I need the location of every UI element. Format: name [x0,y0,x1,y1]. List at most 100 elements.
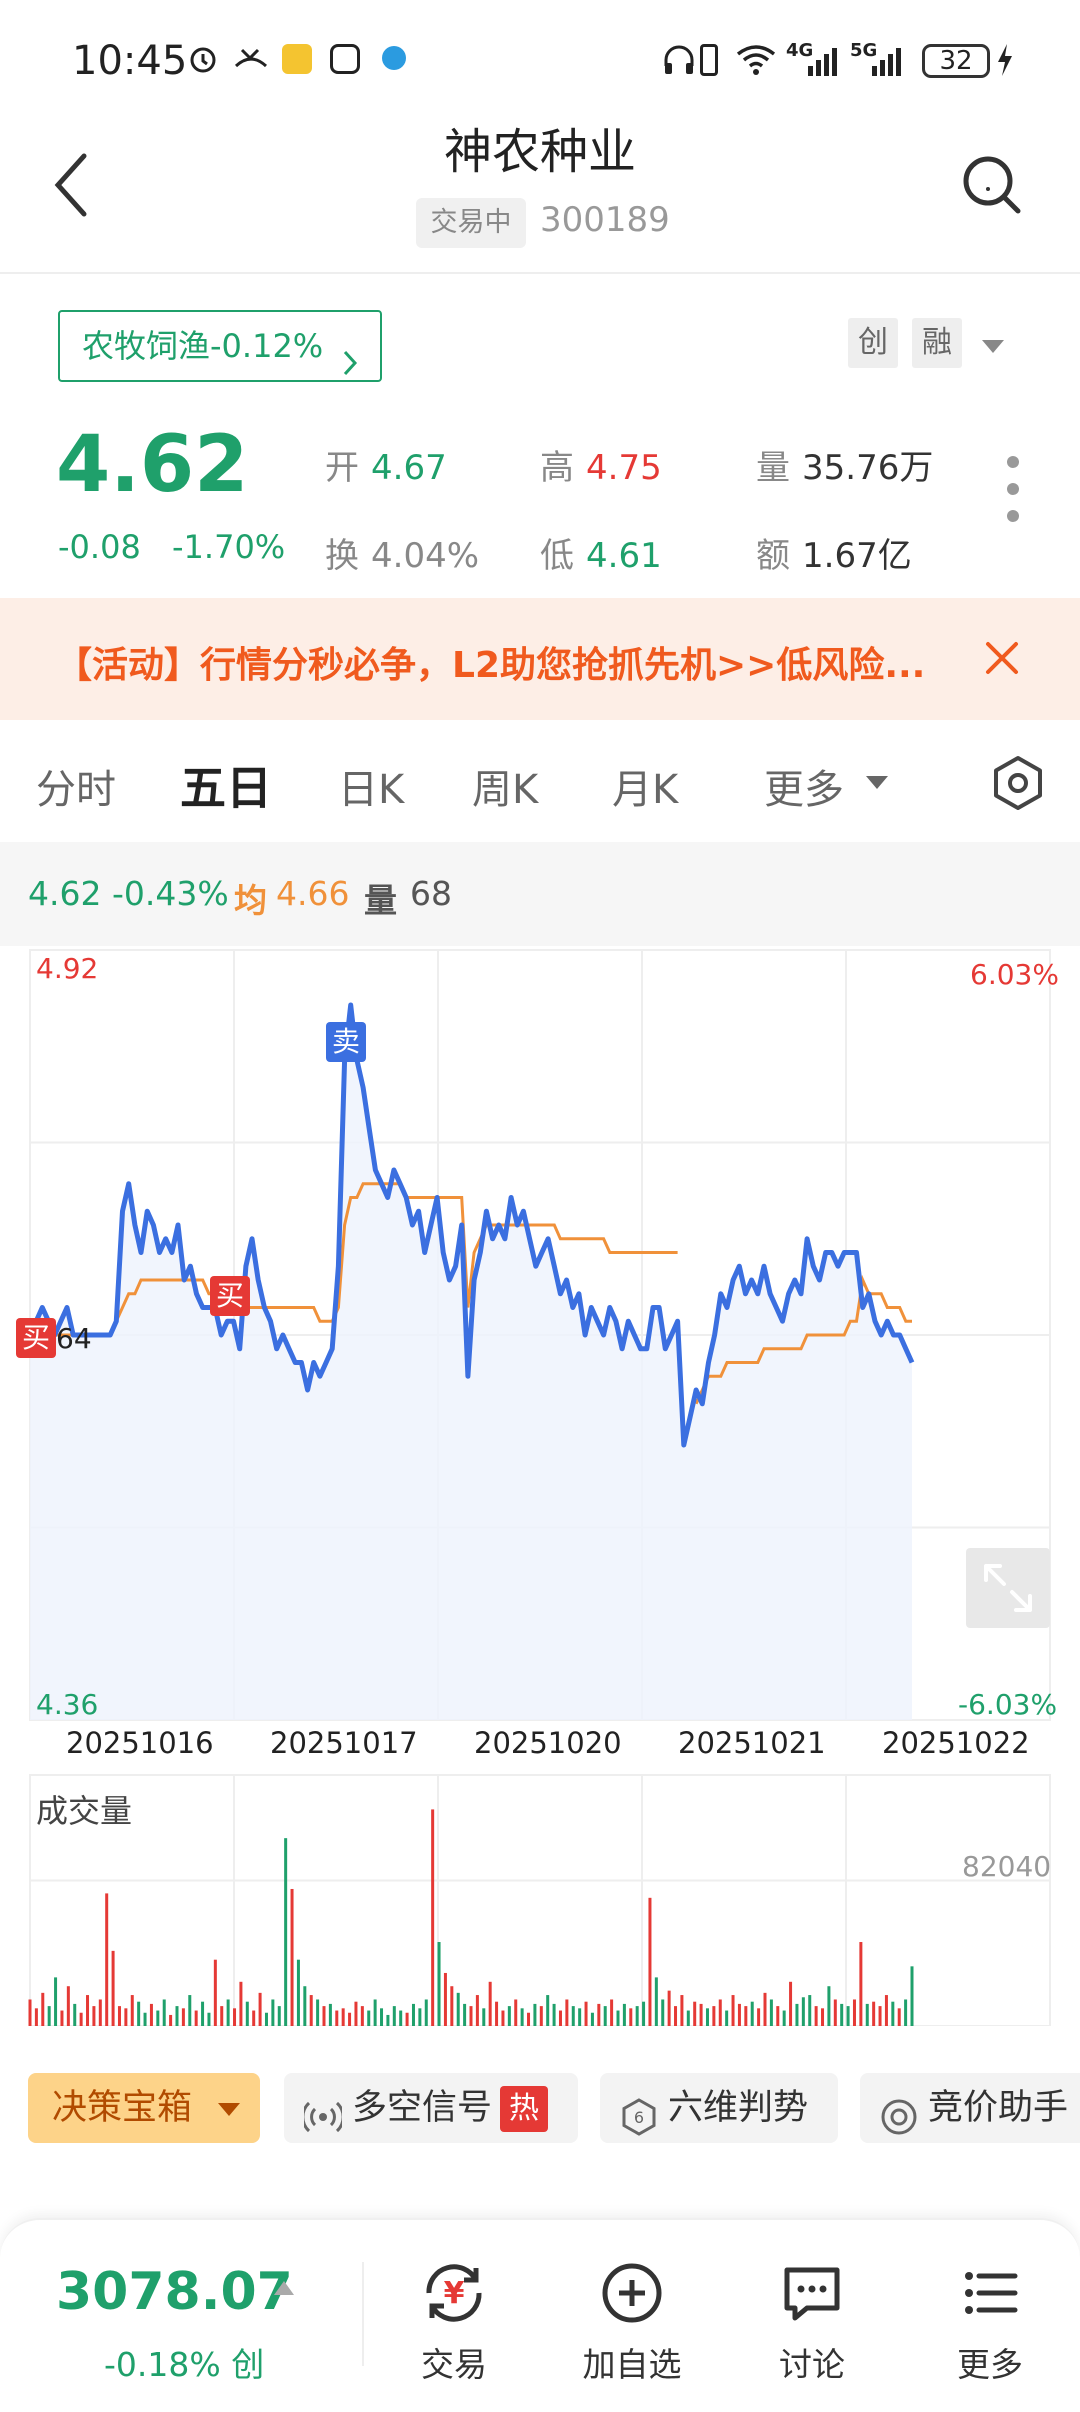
volume-bar [322,2006,326,2026]
nav-more-label: 更多 [957,2345,1023,2384]
expand-icon[interactable] [966,1548,1050,1628]
volume-bar [501,2010,505,2026]
volume-bar [482,2008,486,2026]
volume-bar [411,2003,415,2026]
volume-bar [699,2003,703,2026]
volume-bar [213,1959,217,2026]
chart-canvas[interactable] [0,946,1080,2026]
tab-weekly-k[interactable]: 周K [472,757,538,815]
decision-box-button[interactable]: 决策宝箱 [28,2073,260,2143]
volume-bar [335,2010,339,2026]
index-value[interactable]: 3078.07 [56,2262,293,2322]
volume-bar [111,1950,115,2026]
low-value: 4.61 [586,536,662,576]
sell-marker[interactable]: 卖 [326,1022,366,1062]
low-label: 低 [540,536,574,576]
volume-frame [29,1774,1051,2026]
volume-bar [54,1977,58,2026]
strip-price: 4.62 [28,874,102,913]
tag-chuang[interactable]: 创 [848,318,898,368]
volume-bar [744,2006,748,2026]
long-short-signal-button[interactable]: 多空信号热 [284,2073,578,2143]
buy-marker-1[interactable]: 买 [16,1318,56,1358]
volume-bar [431,1809,435,2026]
tag-rong[interactable]: 融 [912,318,962,368]
index-change[interactable]: -0.18% 创 [104,2338,264,2386]
volume-bar [642,2001,646,2026]
buy-marker-2-label: 买 [215,1279,244,1312]
volume-bar [130,1995,134,2026]
tab-monthly-k[interactable]: 月K [612,757,678,815]
volume-bar [789,1981,793,2026]
chevron-right-icon [342,332,358,400]
volume-bar [456,1992,460,2026]
strip-avg: 4.66 [276,874,350,913]
volume-stat: 量 35.76万 [756,440,933,489]
volume-bar [897,2008,901,2026]
volume-bar [367,2010,371,2026]
volume-bar [169,2014,173,2026]
volume-bar [725,2010,729,2026]
volume-bar [546,1995,550,2026]
buy-marker-2[interactable]: 买 [210,1276,250,1316]
close-icon[interactable] [984,640,1020,676]
auction-helper-button[interactable]: 竞价助手 [860,2073,1080,2143]
chevron-down-icon [218,2103,240,2116]
volume-bar [731,1995,735,2026]
tab-intraday[interactable]: 分时 [36,757,116,815]
tab-five-day[interactable]: 五日 [180,752,272,818]
tab-more[interactable]: 更多 [764,757,844,815]
alarm-icon [188,44,218,74]
buy-marker-1-label: 买 [21,1321,50,1354]
wifi-icon [736,44,776,75]
volume-bar [782,2010,786,2026]
search-icon[interactable] [960,153,1022,215]
tab-daily-k[interactable]: 日K [338,757,404,815]
settings-hexagon-icon[interactable] [990,755,1046,811]
hand-icon [330,44,360,74]
amount-value: 1.67亿 [802,536,912,576]
missed-call-icon [234,44,268,74]
volume-bar [86,1995,90,2026]
nav-trade[interactable]: ¥ 交易 [394,2258,514,2386]
price-change-pct: -1.70% [172,528,286,566]
high-price: 高 4.75 [540,440,662,489]
open-label: 开 [325,448,359,488]
volume-bar [98,1999,102,2026]
decision-box-label: 决策宝箱 [52,2088,193,2128]
nav-more[interactable]: 更多 [930,2258,1050,2386]
banner-text[interactable]: 【活动】行情分秒必争，L2助您抢抓先机>>低风险... [56,636,925,688]
volume-bar [443,1972,447,2026]
promo-banner[interactable]: 【活动】行情分秒必争，L2助您抢抓先机>>低风险... [0,598,1080,720]
volume-bar [469,2006,473,2026]
volume-bar [705,2008,709,2026]
six-dim-button[interactable]: 6 六维判势 [600,2073,838,2143]
volume-bar [341,2008,345,2026]
volume-bar [821,2008,825,2026]
volume-bar [571,2006,575,2026]
volume-bar [558,2010,562,2026]
volume-bar [718,1999,722,2026]
charging-icon [996,44,1026,76]
volume-bar [309,1995,313,2026]
strip-avg-label: 均 [234,881,267,920]
volume-bar [233,2008,237,2026]
volume-bar [475,1995,479,2026]
long-short-label: 多空信号 [352,2088,493,2128]
add-circle-icon [597,2258,667,2328]
volume-value: 35.76万 [802,448,934,488]
bottom-divider [362,2262,364,2366]
x-label-day2: 20251017 [270,1726,418,1760]
volume-bar [846,2006,850,2026]
tags-dropdown-icon[interactable] [982,340,1004,353]
volume-bar [872,2001,876,2026]
volume-bar [290,1888,294,2026]
nav-discuss[interactable]: 讨论 [752,2258,872,2386]
sector-button[interactable]: 农牧饲渔-0.12% [58,310,382,382]
stock-code: 300189 [540,200,670,240]
five-day-chart[interactable] [0,946,1080,2026]
more-vertical-icon[interactable] [1007,456,1021,522]
hot-badge: 热 [500,2086,549,2132]
nav-add-watchlist[interactable]: 加自选 [572,2258,692,2386]
turnover-label: 换 [325,536,359,576]
